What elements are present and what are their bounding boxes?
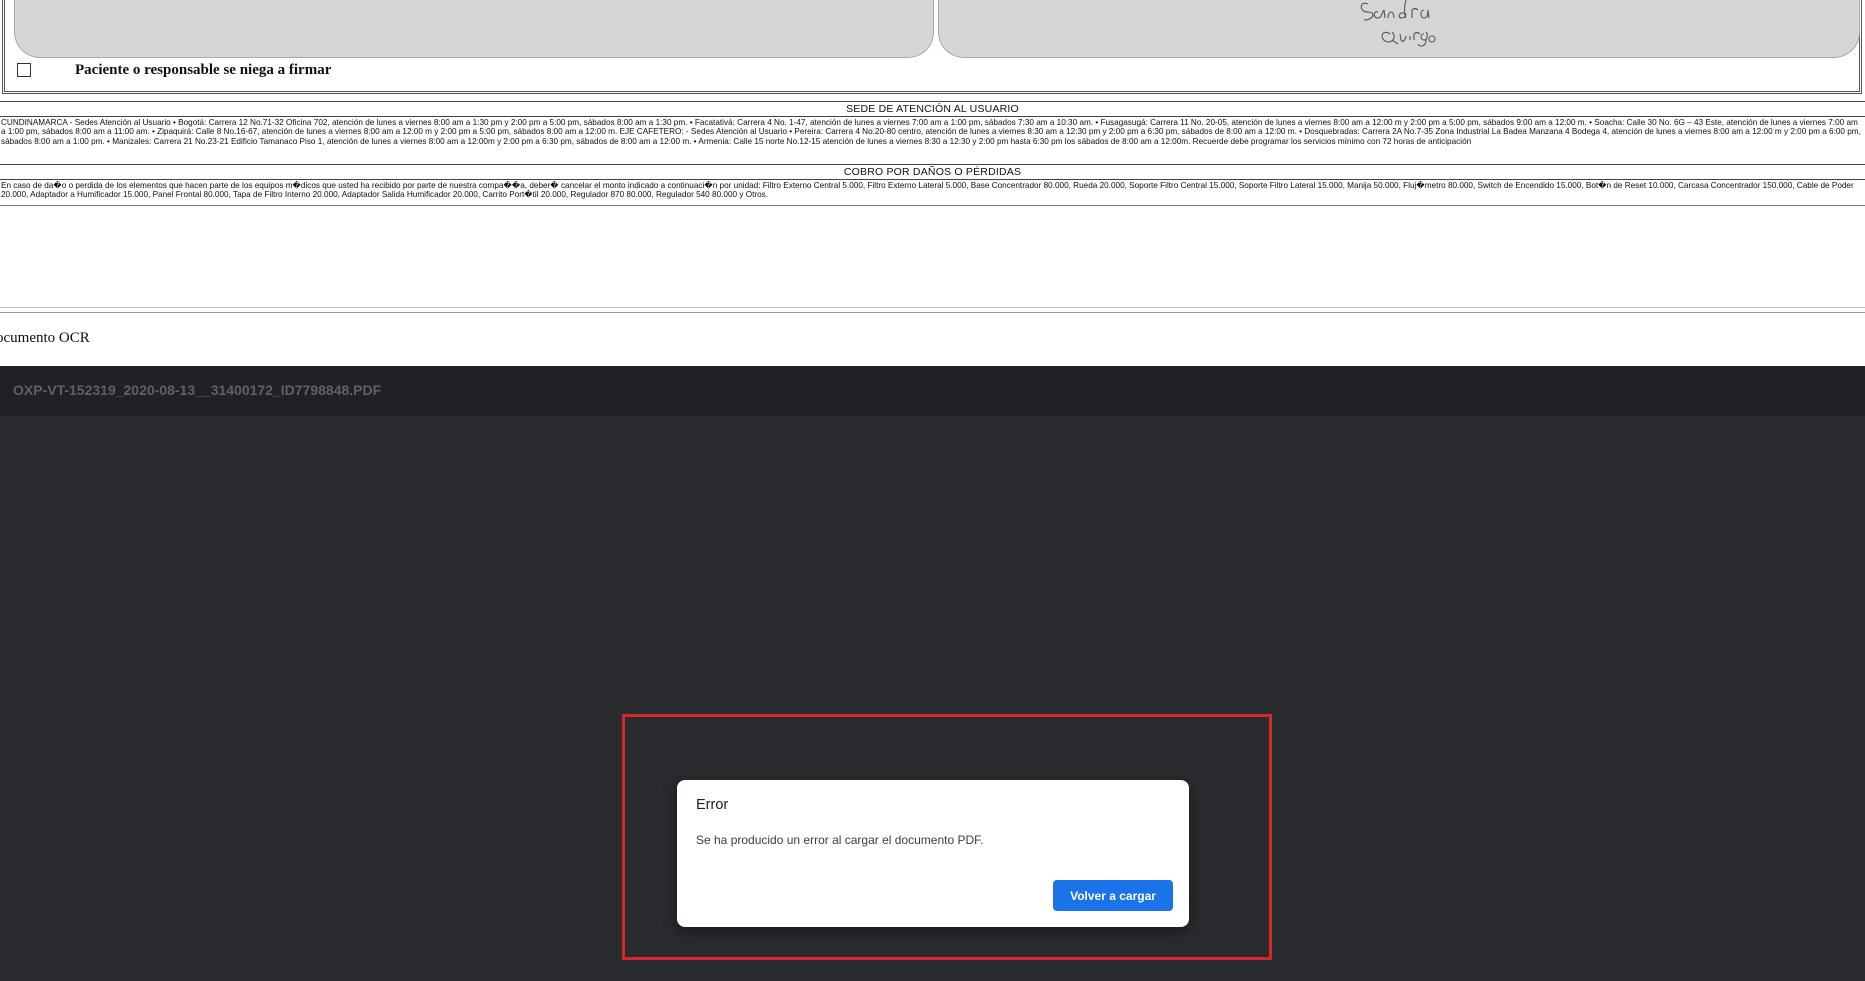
error-dialog: Error Se ha producido un error al cargar…: [677, 780, 1189, 927]
divider: [0, 307, 1865, 308]
document-page: Paciente o responsable se niega a firmar…: [0, 0, 1865, 366]
signature-box-right: [938, 0, 1860, 58]
reload-button[interactable]: Volver a cargar: [1053, 880, 1173, 911]
pdf-filename: OXP-VT-152319_2020-08-13__31400172_ID779…: [13, 382, 382, 398]
divider: [0, 312, 1865, 313]
divider: [0, 205, 1865, 206]
signature-box-left: [14, 0, 934, 58]
pdf-viewer-toolbar: OXP-VT-152319_2020-08-13__31400172_ID779…: [0, 366, 1865, 416]
refuse-to-sign-checkbox[interactable]: [17, 63, 31, 77]
ocr-document-label: ocumento OCR: [0, 330, 90, 346]
error-dialog-message: Se ha producido un error al cargar el do…: [696, 833, 984, 847]
damages-text: En caso de da�o o perdida de los element…: [1, 181, 1854, 200]
user-service-text: CUNDINAMARCA - Sedes Atención al Usuario…: [1, 118, 1861, 146]
error-dialog-title: Error: [696, 797, 729, 813]
refuse-to-sign-row: Paciente o responsable se niega a firmar: [17, 60, 331, 80]
refuse-to-sign-label: Paciente o responsable se niega a firmar: [75, 61, 332, 78]
signature-section: Paciente o responsable se niega a firmar: [2, 0, 1862, 94]
damages-heading: COBRO POR DAÑOS O PÉRDIDAS: [0, 164, 1865, 180]
handwritten-signature: [1360, 0, 1436, 47]
user-service-heading: SEDE DE ATENCIÓN AL USUARIO: [0, 101, 1865, 117]
